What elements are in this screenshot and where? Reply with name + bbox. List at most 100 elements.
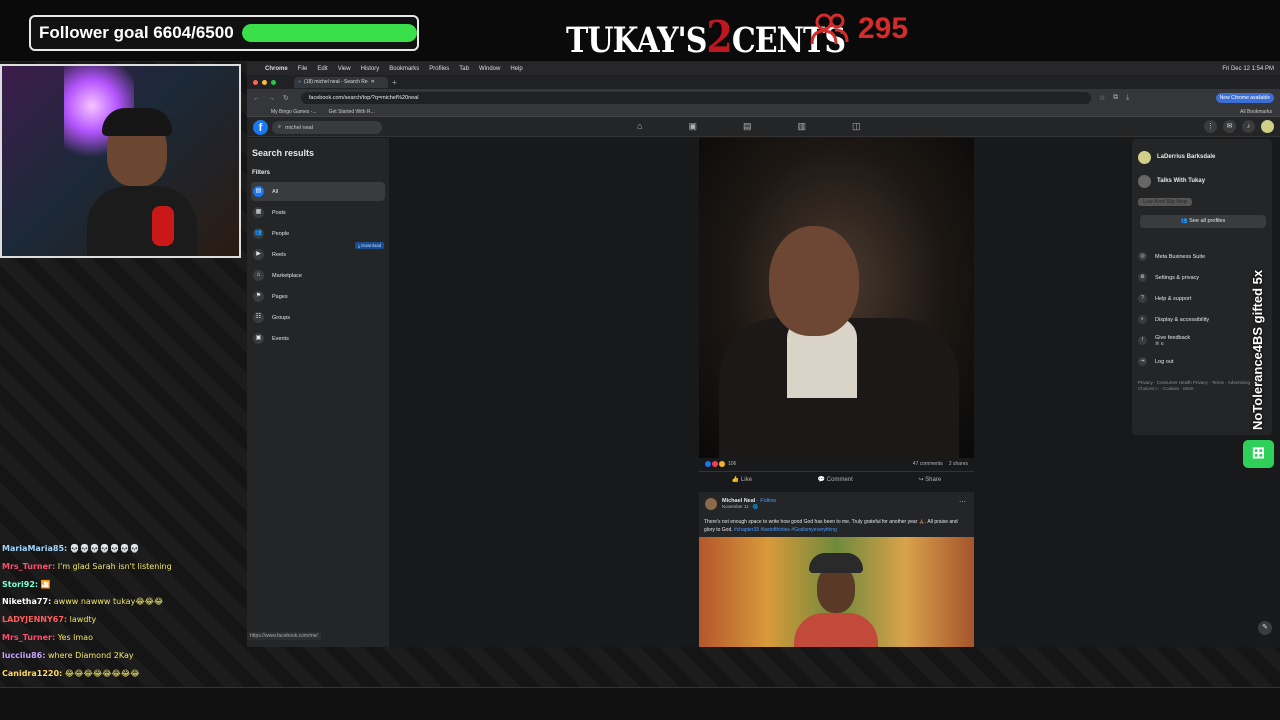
menubar-item-view[interactable]: View [338, 66, 351, 72]
reel-video[interactable] [699, 138, 974, 458]
download-icon[interactable]: ⤓ [1126, 94, 1129, 102]
chat-username[interactable]: Mrs_Turner: [2, 562, 55, 571]
menubar-item-edit[interactable]: Edit [317, 66, 327, 72]
menubar-clock[interactable]: Fri Dec 12 1:54 PM [1222, 66, 1274, 72]
like-reaction-icon [705, 461, 711, 467]
menu-grid-icon[interactable]: ⋮ [1204, 120, 1217, 133]
status-bar-url: https://www.facebook.com/me/ [247, 632, 321, 640]
profile-talks-with-tukay[interactable]: Talks With Tukay [1138, 169, 1266, 193]
close-window-icon[interactable] [253, 79, 258, 85]
filter-all[interactable]: ▤ All [251, 182, 385, 201]
profile-avatar-laderrius [1138, 150, 1151, 164]
menu-item-log-out[interactable]: ⇥ Log out [1138, 351, 1266, 372]
chat-username[interactable]: Niketha77: [2, 597, 51, 606]
marketplace-icon[interactable]: ▤ [743, 121, 752, 132]
chat-username[interactable]: MariaMaria85: [2, 544, 67, 553]
filter-posts[interactable]: ▦ Posts [251, 203, 385, 222]
footer-links[interactable]: Privacy · Consumer Health Privacy · Term… [1138, 380, 1266, 392]
menu-item-display-accessibility[interactable]: ◐ Display & accessibility [1138, 309, 1266, 330]
new-chrome-available-button[interactable]: New Chrome available [1215, 93, 1274, 103]
browser-window: Chrome File Edit View History Bookmarks Profil… [247, 62, 1280, 647]
minimize-window-icon[interactable] [262, 79, 267, 85]
filter-groups[interactable]: ☷ Groups [251, 308, 385, 327]
chat-username[interactable]: Mrs_Turner: [2, 633, 55, 642]
messenger-icon[interactable]: ✉ [1223, 120, 1236, 133]
home-icon[interactable]: ⌂ [637, 121, 642, 132]
menu-item-help-support[interactable]: ? Help & support [1138, 288, 1266, 309]
log-out-icon: ⇥ [1138, 357, 1147, 366]
menubar-item-history[interactable]: History [361, 66, 380, 72]
profile-laderrius[interactable]: LaDerrius Barksdale [1138, 145, 1266, 169]
new-tab-icon[interactable]: + [392, 78, 397, 87]
back-icon[interactable]: ← [253, 95, 260, 102]
chat-username[interactable]: Canidra1220: [2, 669, 62, 678]
tab-facebook-search[interactable]: ● (18) michel neal - Search Re ✕ [294, 76, 388, 88]
menubar-item-chrome[interactable]: Chrome [265, 66, 288, 72]
chat-message: Stori92: 🎦 [2, 576, 242, 594]
video-icon[interactable]: ▣ [688, 121, 697, 132]
post-photo[interactable] [699, 537, 974, 647]
bookmark-star-icon[interactable]: ☆ [1099, 94, 1105, 102]
filter-marketplace[interactable]: ⌂ Marketplace [251, 266, 385, 285]
address-bar[interactable]: facebook.com/search/top/?q=michel%20neal [300, 92, 1091, 104]
follow-link[interactable]: · Follow [757, 498, 776, 504]
bookmarks-bar: My Bingo Games -... Get Started With R..… [247, 107, 1280, 117]
reactions-count[interactable]: 106 [728, 461, 736, 467]
gaming-icon[interactable]: ◫ [852, 121, 861, 132]
browser-tabbar: ● (18) michel neal - Search Re ✕ + [247, 75, 1280, 89]
chat-username[interactable]: Stori92: [2, 580, 38, 589]
menu-item-settings-privacy[interactable]: ⚙ Settings & privacy [1138, 267, 1266, 288]
profile-avatar[interactable] [1261, 120, 1274, 133]
reload-icon[interactable]: ↻ [283, 94, 289, 102]
stream-layout: Follower goal 6604/6500 TUKAY'S2CENTS 29… [0, 0, 1280, 720]
all-bookmarks[interactable]: All Bookmarks [1240, 109, 1272, 115]
menubar-item-tab[interactable]: Tab [459, 66, 469, 72]
menubar-item-window[interactable]: Window [479, 66, 500, 72]
menubar-item-profiles[interactable]: Profiles [429, 66, 449, 72]
bookmark-bingo[interactable]: My Bingo Games -... [271, 109, 317, 115]
channel-logo: TUKAY'S2CENTS [566, 11, 846, 63]
menu-item-text: Log out [1155, 359, 1173, 365]
see-all-profiles-button[interactable]: 👥 See all profiles [1140, 215, 1266, 228]
post-hashtags[interactable]: #chapter39 #lastofthirties #Godismyevery… [734, 527, 837, 533]
chat-username[interactable]: LADYJENNY67: [2, 615, 67, 624]
filter-events[interactable]: ▣ Events [251, 329, 385, 348]
notifications-icon[interactable]: ♪ [1242, 120, 1255, 133]
comment-button[interactable]: 💬 Comment [818, 476, 853, 483]
shares-count[interactable]: 2 shares [949, 461, 968, 467]
facebook-page: f ⌕ michel neal ⌂ ▣ ▤ ▥ ◫ ⋮ ✉ ♪ Search r… [247, 117, 1280, 647]
post-date[interactable]: November 11 · 🌐 [722, 504, 776, 510]
comments-count[interactable]: 47 comments [913, 461, 943, 467]
menu-item-give-feedback[interactable]: ! Give feedback ⌘ B [1138, 330, 1266, 351]
close-tab-icon[interactable]: ✕ [371, 79, 375, 85]
gift-alert-text: NoTolerance4BS gifted 5x [1250, 269, 1265, 430]
filter-label: Events [272, 335, 289, 342]
new-message-icon[interactable]: ✎ [1258, 621, 1272, 635]
filter-pages[interactable]: ⚑ Pages [251, 287, 385, 306]
groups-icon[interactable]: ▥ [797, 121, 806, 132]
chat-username[interactable]: lucciiu86: [2, 651, 45, 660]
facebook-logo-icon[interactable]: f [253, 120, 268, 135]
menubar-item-help[interactable]: Help [510, 66, 522, 72]
menubar-item-file[interactable]: File [298, 66, 308, 72]
help-support-icon: ? [1138, 294, 1147, 303]
extensions-icon[interactable]: ⧉ [1113, 94, 1118, 102]
like-button[interactable]: 👍 Like [732, 476, 752, 483]
chat-text: Yes lmao [57, 632, 93, 642]
facebook-search-input[interactable]: ⌕ michel neal [272, 121, 382, 134]
filter-people[interactable]: 👥 People [251, 224, 385, 243]
zoom-window-icon[interactable] [271, 79, 276, 85]
like-label: Like [740, 477, 752, 483]
share-button[interactable]: ↪ Share [918, 476, 941, 483]
reaction-icons[interactable] [705, 461, 725, 467]
author-avatar[interactable] [705, 498, 717, 510]
facebook-header: f ⌕ michel neal ⌂ ▣ ▤ ▥ ◫ ⋮ ✉ ♪ [247, 117, 1280, 137]
menubar-item-bookmarks[interactable]: Bookmarks [389, 66, 419, 72]
bookmark-get-started[interactable]: Get Started With R... [329, 109, 375, 115]
chat-text: 🎦 [40, 579, 51, 589]
more-options-icon[interactable]: ⋯ [959, 498, 966, 506]
download-button[interactable]: ⤓ Download [355, 242, 385, 249]
forward-icon[interactable]: → [268, 95, 275, 102]
menu-item-meta-business-suite[interactable]: ◎ Meta Business Suite [1138, 246, 1266, 267]
profile-luv-and-sip-hop[interactable]: Luv And Sip Hop [1138, 193, 1266, 211]
